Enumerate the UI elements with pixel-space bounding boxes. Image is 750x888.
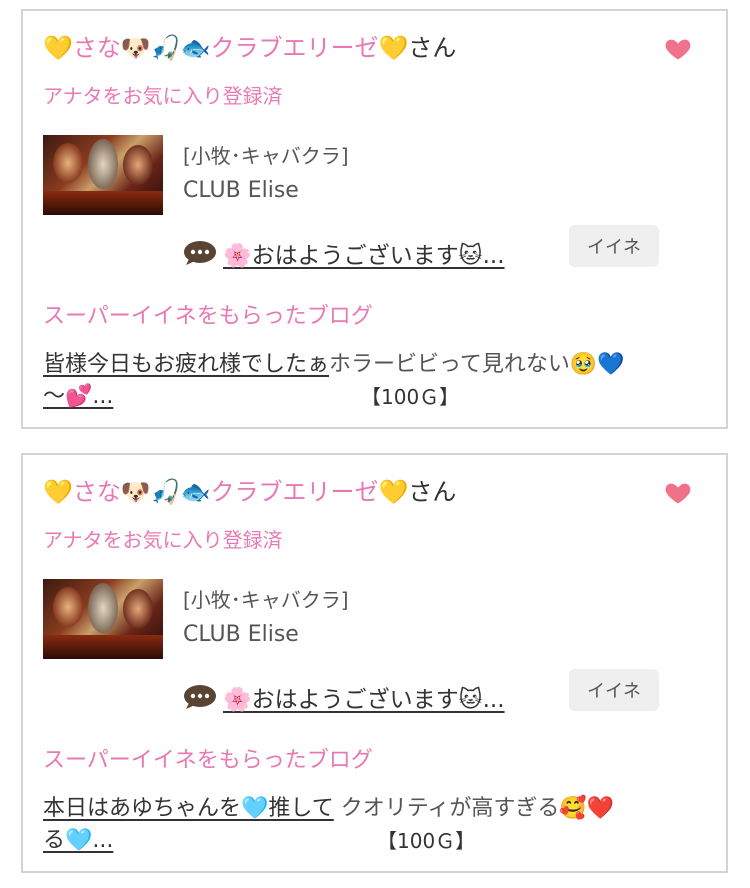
user-name-text[interactable]: 💛さな🐶🎣🐟クラブエリーゼ💛 bbox=[43, 478, 408, 506]
shop-name: CLUB Elise bbox=[183, 178, 299, 203]
blog-heading: スーパーイイネをもらったブログ bbox=[43, 748, 373, 773]
blog-title-link-continued[interactable]: る🩵... bbox=[43, 828, 113, 853]
blog-entry: 皆様今日もお疲れ様でしたぁホラービビって見れない🥹💙 〜💕... 【100Ｇ】 bbox=[43, 349, 703, 413]
blog-title-link[interactable]: 皆様今日もお疲れ様でしたぁ bbox=[43, 352, 329, 377]
shop-name: CLUB Elise bbox=[183, 622, 299, 647]
shop-category: [小牧･キャバクラ] bbox=[183, 144, 349, 168]
favorite-status: アナタをお気に入り登録済 bbox=[43, 84, 283, 108]
iine-button[interactable]: イイネ bbox=[569, 669, 659, 711]
heart-icon[interactable] bbox=[664, 35, 692, 63]
message-row: 🌸おはようございます🐱... bbox=[183, 233, 505, 273]
blog-price: 【100Ｇ】 bbox=[377, 829, 476, 853]
blog-title-link[interactable]: 本日はあゆちゃんを🩵推して bbox=[43, 796, 334, 821]
message-row: 🌸おはようございます🐱... bbox=[183, 677, 505, 717]
heart-icon[interactable] bbox=[664, 479, 692, 507]
user-name[interactable]: 💛さな🐶🎣🐟クラブエリーゼ💛さん bbox=[43, 477, 456, 507]
blog-excerpt: ホラービビって見れない🥹💙 bbox=[329, 352, 625, 377]
user-name[interactable]: 💛さな🐶🎣🐟クラブエリーゼ💛さん bbox=[43, 33, 456, 63]
user-name-suffix: さん bbox=[408, 34, 457, 62]
favorite-status: アナタをお気に入り登録済 bbox=[43, 528, 283, 552]
iine-button[interactable]: イイネ bbox=[569, 225, 659, 267]
blog-excerpt: クオリティが高すぎる🥰❤️ bbox=[340, 796, 615, 821]
blog-price: 【100Ｇ】 bbox=[361, 385, 460, 409]
blog-title-link-continued[interactable]: 〜💕... bbox=[43, 384, 113, 409]
user-name-text[interactable]: 💛さな🐶🎣🐟クラブエリーゼ💛 bbox=[43, 34, 408, 62]
speech-bubble-icon bbox=[184, 241, 216, 265]
message-link[interactable]: 🌸おはようございます🐱... bbox=[223, 236, 505, 270]
message-link[interactable]: 🌸おはようございます🐱... bbox=[223, 680, 505, 714]
blog-heading: スーパーイイネをもらったブログ bbox=[43, 304, 373, 329]
speech-bubble-icon bbox=[184, 685, 216, 709]
shop-category: [小牧･キャバクラ] bbox=[183, 588, 349, 612]
user-card: 💛さな🐶🎣🐟クラブエリーゼ💛さん アナタをお気に入り登録済 [小牧･キャバクラ]… bbox=[21, 453, 728, 873]
profile-thumbnail[interactable] bbox=[43, 135, 163, 215]
user-name-suffix: さん bbox=[408, 478, 457, 506]
profile-thumbnail[interactable] bbox=[43, 579, 163, 659]
user-card: 💛さな🐶🎣🐟クラブエリーゼ💛さん アナタをお気に入り登録済 [小牧･キャバクラ]… bbox=[21, 9, 728, 429]
blog-entry: 本日はあゆちゃんを🩵推して クオリティが高すぎる🥰❤️ る🩵... 【100Ｇ】 bbox=[43, 793, 703, 857]
